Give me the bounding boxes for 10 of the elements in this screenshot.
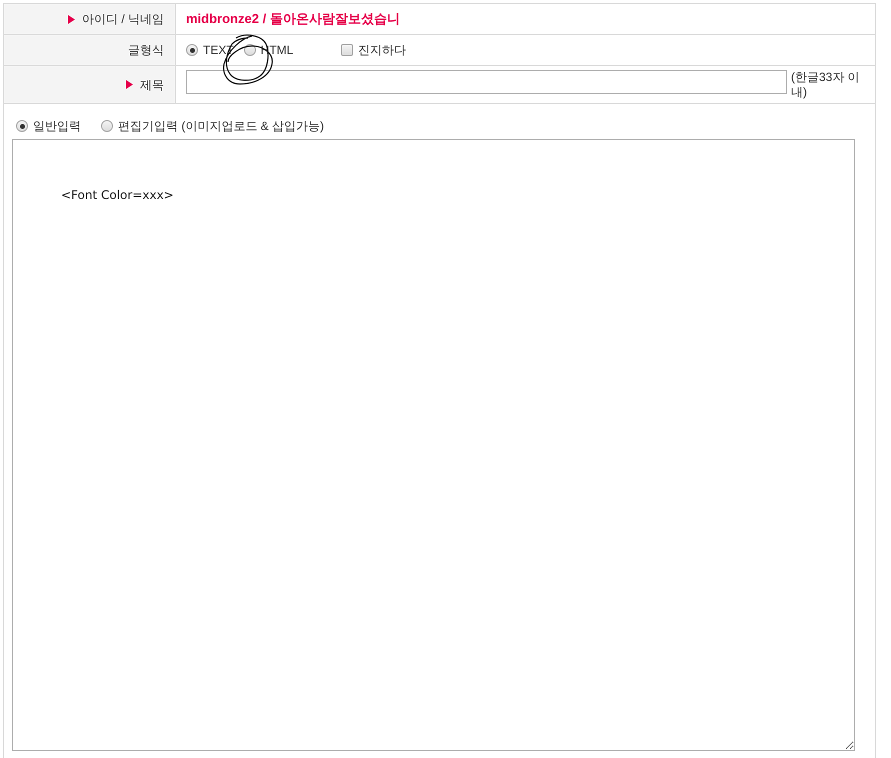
radio-option[interactable]: 일반입력	[16, 117, 81, 135]
radio-option[interactable]: 편집기입력 (이미지업로드 & 삽입가능)	[101, 117, 324, 135]
title-input[interactable]	[186, 70, 787, 94]
content-textarea[interactable]: <Font Color=xxx>	[12, 139, 855, 751]
title-length-note: (한글33자 이내)	[791, 70, 861, 100]
checkbox-option[interactable]: 진지하다	[341, 41, 406, 59]
field-label: 제목	[140, 76, 164, 94]
field-label: 아이디 / 닉네임	[82, 11, 164, 28]
author-value: midbronze2 / 돌아온사람잘보셨습니	[186, 10, 400, 28]
field-label: 글형식	[128, 42, 164, 59]
